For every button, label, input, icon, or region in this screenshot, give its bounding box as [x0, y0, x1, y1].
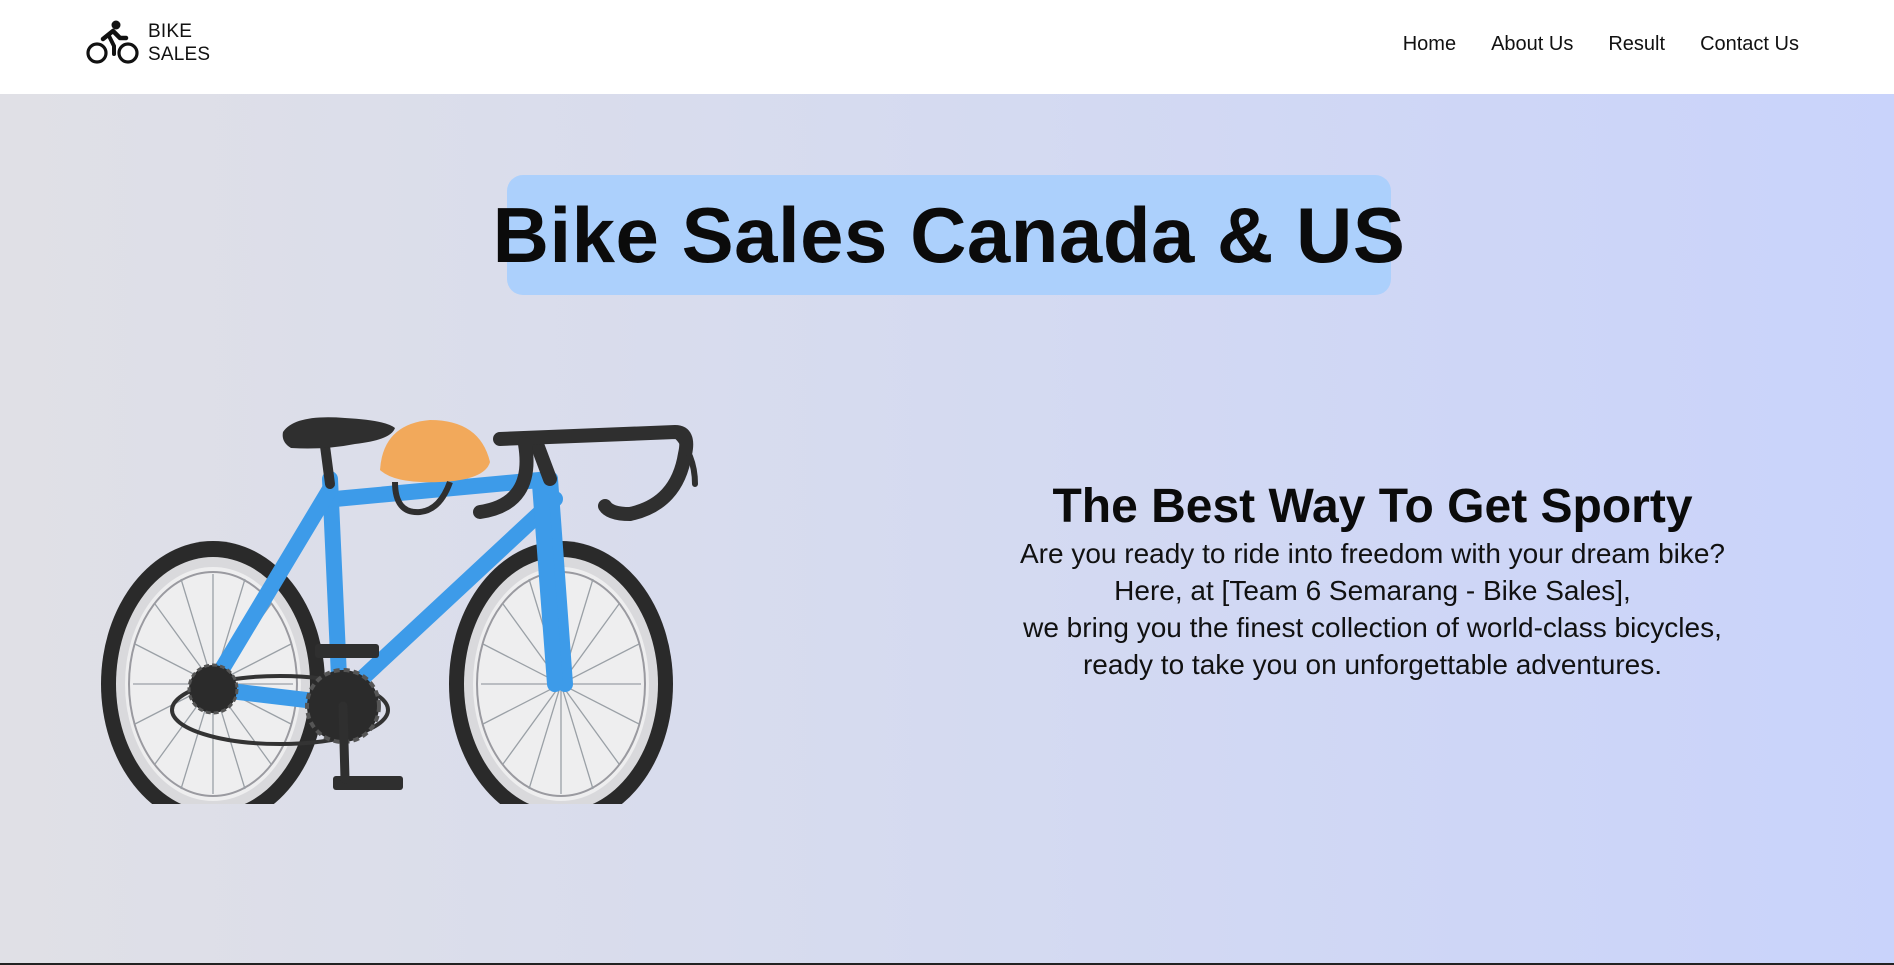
brand-line-2: SALES [148, 44, 211, 65]
tagline-line-4: ready to take you on unforgettable adven… [1082, 649, 1663, 680]
brand-line-1: BIKE [148, 21, 193, 42]
helmet [380, 420, 490, 483]
hero-section: Bike Sales Canada & US The Best Way To G… [0, 94, 1894, 963]
nav-contact-us[interactable]: Contact Us [1700, 28, 1799, 60]
brand-text: BIKE SALES [148, 20, 210, 66]
saddle [282, 417, 395, 449]
road-bike-illustration [101, 417, 698, 827]
tagline-title: The Best Way To Get Sporty [1052, 480, 1693, 533]
nav-result[interactable]: Result [1608, 28, 1665, 60]
tagline-line-3: we bring you the finest collection of wo… [1023, 612, 1722, 643]
nav-about-us[interactable]: About Us [1491, 28, 1573, 60]
tagline-line-1: Are you ready to ride into freedom with … [1019, 538, 1726, 569]
brand-logo-link[interactable]: BIKE SALES [86, 18, 210, 68]
navbar: BIKE SALES Home About Us Result Contact … [0, 0, 1894, 94]
nav-menu: Home About Us Result Contact Us [1368, 28, 1799, 60]
tagline-block: The Best Way To Get Sporty Are you ready… [940, 479, 1805, 683]
nav-home[interactable]: Home [1403, 28, 1456, 60]
page: BIKE SALES Home About Us Result Contact … [0, 0, 1894, 965]
cyclist-icon [86, 20, 139, 64]
crank-arm [315, 644, 379, 658]
tagline-line-2: Here, at [Team 6 Semarang - Bike Sales], [1114, 575, 1631, 606]
page-title: Bike Sales Canada & US [492, 190, 1406, 279]
rear-cog [187, 663, 239, 715]
headline-banner: Bike Sales Canada & US [493, 175, 1405, 295]
bike-image [95, 384, 710, 827]
